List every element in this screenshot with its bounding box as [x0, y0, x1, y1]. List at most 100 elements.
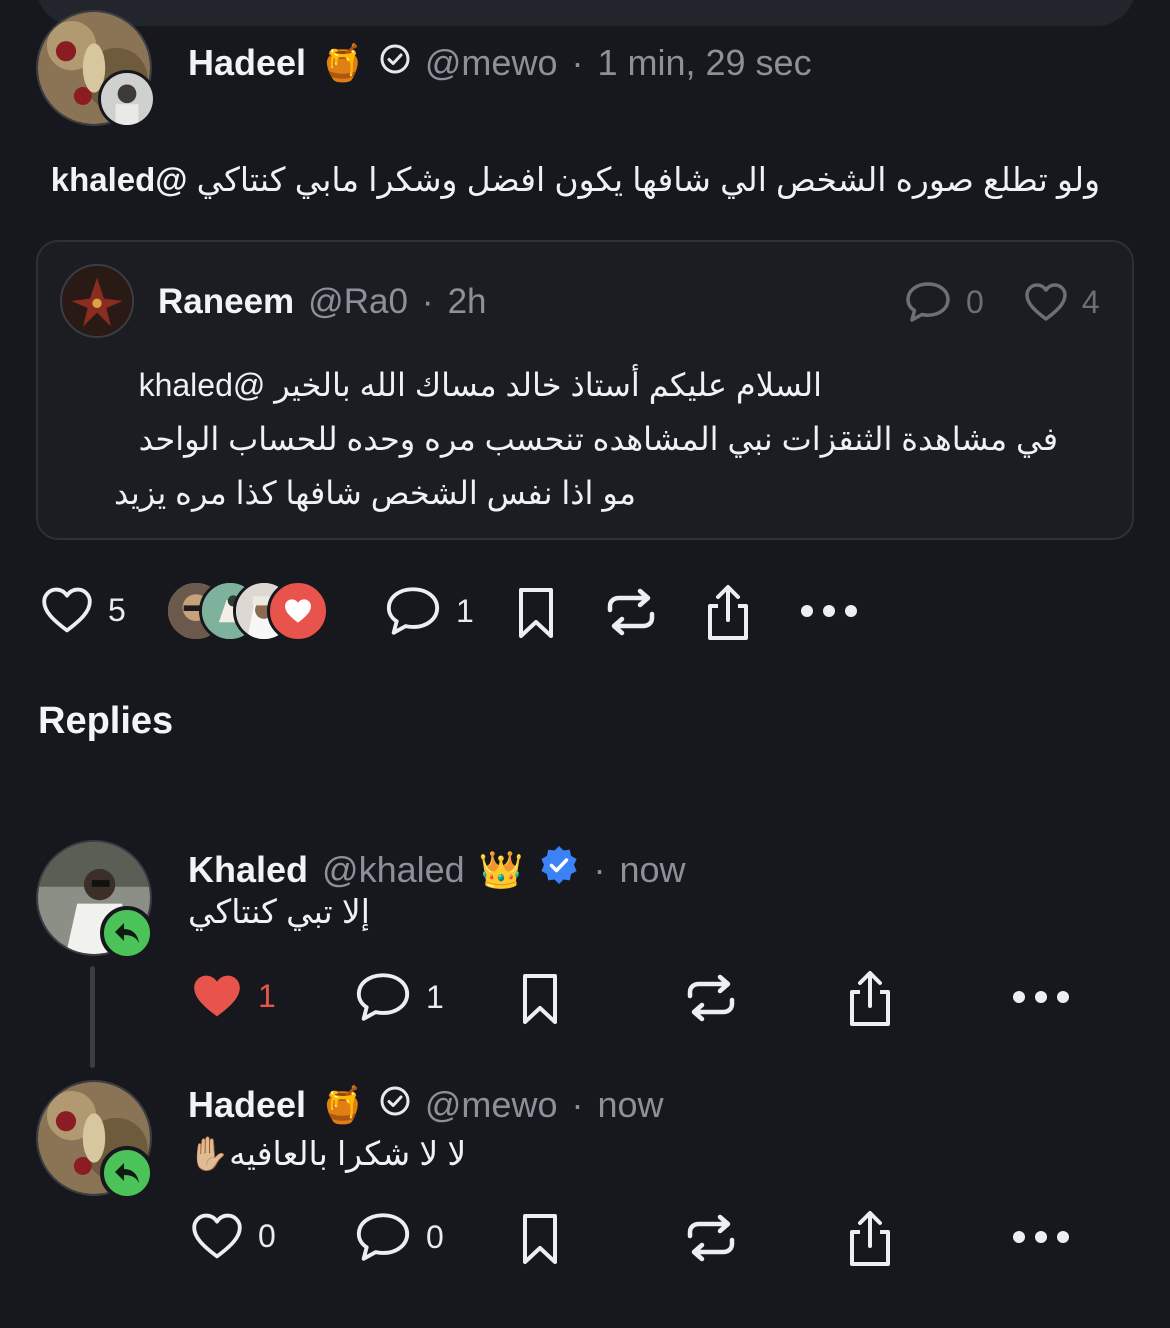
repost-icon — [687, 1214, 735, 1262]
quote-author-name[interactable]: Raneem — [158, 282, 294, 322]
post-like-count: 5 — [108, 591, 126, 628]
bookmark-icon — [523, 974, 557, 1024]
repost-icon — [687, 974, 735, 1022]
verified-icon — [379, 42, 411, 84]
heart-icon — [42, 587, 92, 633]
likers-facepile[interactable] — [165, 580, 330, 642]
post-text: ولو تطلع صوره الشخص الي شافها يكون افضل … — [51, 160, 1100, 199]
post-mention[interactable]: @khaled — [51, 161, 188, 198]
heart-icon — [192, 1213, 242, 1259]
heart-icon — [1025, 283, 1067, 321]
replies-heading: Replies — [38, 700, 174, 742]
separator: · — [571, 42, 584, 83]
reply-more-button[interactable] — [1012, 1230, 1070, 1249]
quote-comment-count: 0 — [966, 283, 984, 320]
quote-line-2: في مشاهدة الثنقزات نبي المشاهده تنحسب مر… — [138, 421, 1058, 457]
reply-text: لا لا شكرا بالعافيه✋🏼 — [188, 1134, 466, 1174]
comment-icon — [906, 282, 950, 322]
more-icon — [801, 605, 857, 617]
quote-author-avatar[interactable] — [60, 264, 134, 338]
post-share-button[interactable] — [704, 584, 752, 647]
reply-share-button[interactable] — [846, 1210, 894, 1273]
quote-stats: 0 4 — [904, 280, 1100, 324]
verified-icon — [538, 844, 580, 895]
author-emoji: 🍯 — [320, 1084, 365, 1125]
separator: · — [571, 1084, 584, 1125]
comment-icon — [356, 973, 410, 1021]
comment-icon — [386, 587, 440, 635]
reply-bookmark-button[interactable] — [520, 972, 560, 1031]
reply-indicator-badge — [100, 906, 154, 960]
repost-icon — [607, 588, 655, 636]
post-secondary-avatar — [98, 70, 156, 128]
reply-indicator-badge — [100, 1146, 154, 1200]
reply-bookmark-button[interactable] — [520, 1212, 560, 1271]
reply-arrow-icon — [115, 923, 139, 943]
share-icon — [708, 585, 748, 640]
more-icon — [1013, 991, 1069, 1003]
reply-like-button[interactable]: 1 — [190, 972, 276, 1020]
quote-handle[interactable]: @Ra0 — [308, 282, 408, 322]
comment-icon — [356, 1213, 410, 1261]
heart-icon — [285, 599, 311, 623]
reply-repost-button[interactable] — [682, 974, 740, 1027]
reply-like-button[interactable]: 0 — [190, 1212, 276, 1260]
reply-time: now — [619, 848, 686, 890]
quote-mention[interactable]: @khaled — [139, 367, 266, 403]
post-time: 1 min, 29 sec — [597, 42, 812, 83]
separator: · — [593, 848, 606, 890]
quote-like-count: 4 — [1081, 283, 1100, 320]
quoted-post-card[interactable]: Raneem @Ra0 · 2h 0 4 السلام عليكم أستاذ … — [36, 240, 1134, 540]
heart-icon — [194, 975, 240, 1017]
post-header: Hadeel 🍯 @mewo · 1 min, 29 sec — [188, 42, 812, 84]
post-like-button[interactable]: 5 — [40, 586, 126, 634]
quote-like-stat: 4 — [1024, 282, 1100, 322]
reply-like-count: 0 — [258, 1217, 276, 1254]
previous-card-edge — [36, 0, 1136, 26]
reply-arrow-icon — [115, 1163, 139, 1183]
share-icon — [850, 971, 890, 1026]
reply-time: now — [597, 1084, 664, 1125]
reply-header: Khaled @khaled 👑 · now — [188, 844, 686, 895]
quote-line-1-body: السلام عليكم أستاذ خالد مساك الله بالخير — [274, 367, 822, 403]
reply-like-count: 1 — [258, 977, 276, 1014]
reply-repost-button[interactable] — [682, 1214, 740, 1267]
reply-more-button[interactable] — [1012, 990, 1070, 1009]
reply-comment-button[interactable]: 0 — [354, 1210, 444, 1264]
post-comment-button[interactable]: 1 — [384, 584, 474, 638]
post-more-button[interactable] — [800, 604, 858, 623]
post-bookmark-button[interactable] — [516, 586, 556, 645]
reply-comment-count: 0 — [426, 1218, 444, 1255]
post-comment-count: 1 — [456, 592, 474, 629]
reply-share-button[interactable] — [846, 970, 894, 1033]
crown-emoji: 👑 — [478, 848, 524, 890]
reply-comment-count: 1 — [426, 978, 444, 1015]
reply-text-body: لا لا شكرا بالعافيه — [229, 1135, 467, 1172]
separator: · — [421, 282, 434, 321]
raised-hand-emoji: ✋🏼 — [188, 1135, 230, 1172]
quote-time: 2h — [447, 282, 487, 321]
thread-connector — [90, 966, 95, 1068]
reply-author-name[interactable]: Hadeel — [188, 1084, 306, 1126]
reply-comment-button[interactable]: 1 — [354, 970, 444, 1024]
quote-header: Raneem @Ra0 · 2h — [158, 282, 487, 322]
reply-handle[interactable]: @khaled — [322, 849, 465, 891]
liker-heart-badge — [267, 580, 329, 642]
verified-icon — [379, 1084, 411, 1126]
post-text-body: ولو تطلع صوره الشخص الي شافها يكون افضل … — [196, 161, 1100, 198]
reply-text: إلا تبي كنتاكي — [188, 893, 370, 930]
post-repost-button[interactable] — [602, 588, 660, 641]
reply-header: Hadeel 🍯 @mewo · now — [188, 1084, 664, 1126]
post-author-name[interactable]: Hadeel — [188, 42, 306, 84]
reply-author-name[interactable]: Khaled — [188, 849, 308, 891]
share-icon — [850, 1211, 890, 1266]
bookmark-icon — [519, 588, 553, 638]
more-icon — [1013, 1231, 1069, 1243]
bookmark-icon — [523, 1214, 557, 1264]
author-emoji: 🍯 — [320, 42, 365, 83]
post-handle[interactable]: @mewo — [425, 42, 558, 84]
quote-comment-stat: 0 — [904, 280, 984, 324]
quote-line-1: السلام عليكم أستاذ خالد مساك الله بالخير… — [139, 366, 822, 404]
quote-line-3: مو اذا نفس الشخص شافها كذا مره يزيد — [114, 475, 636, 511]
reply-handle[interactable]: @mewo — [425, 1084, 558, 1126]
